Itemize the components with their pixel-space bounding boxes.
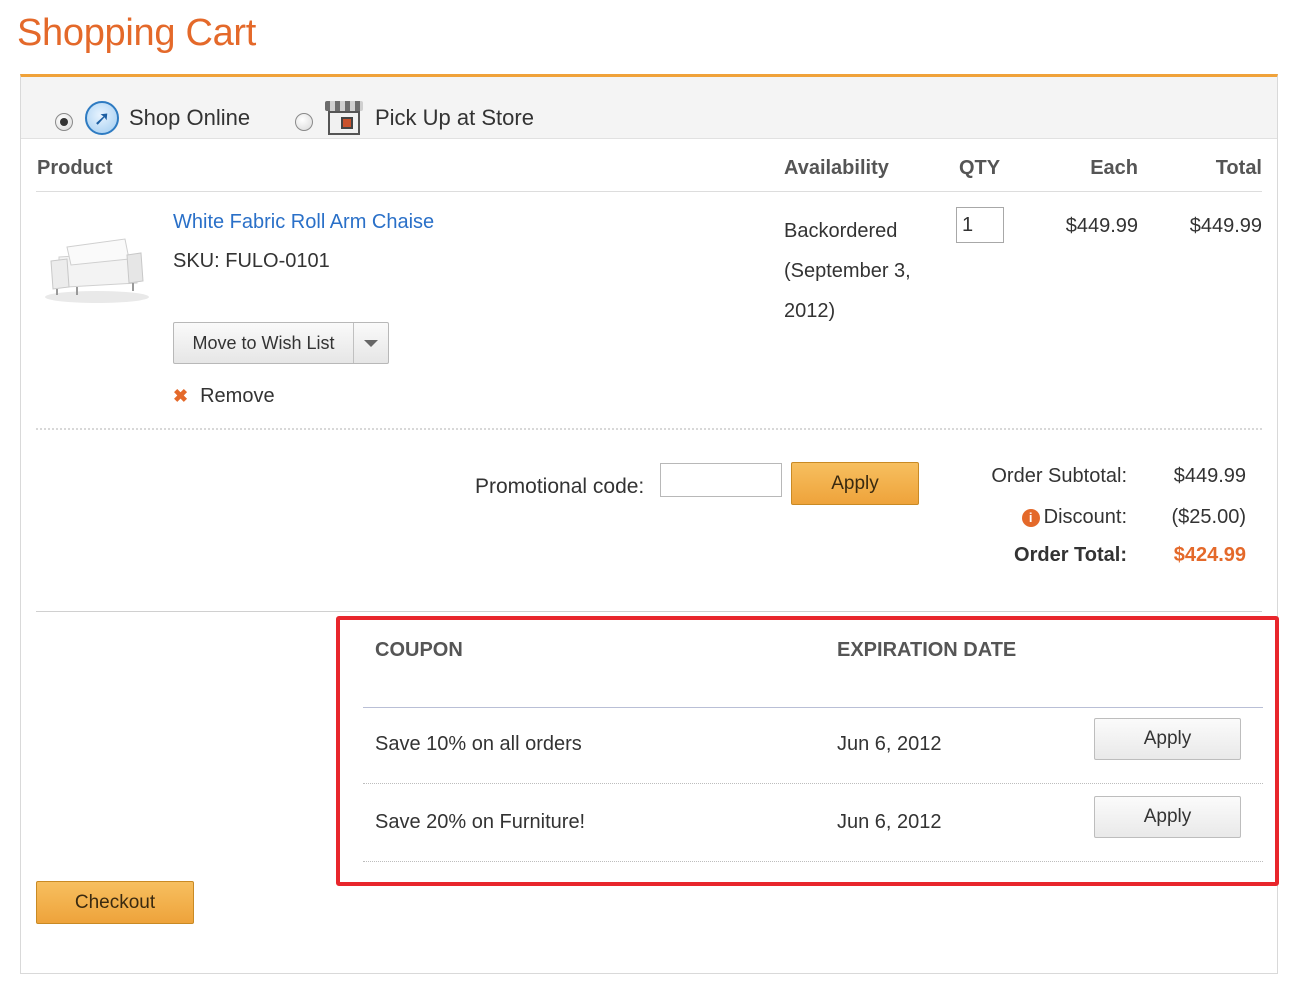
coupon-expiration: Jun 6, 2012 xyxy=(837,733,942,755)
remove-label[interactable]: Remove xyxy=(200,385,274,408)
header-expiration-date: EXPIRATION DATE xyxy=(837,639,1017,661)
chevron-down-icon[interactable] xyxy=(354,323,388,363)
pick-up-store-radio[interactable] xyxy=(295,113,313,131)
item-divider xyxy=(36,428,1262,430)
shipping-method-bar: ➚ Shop Online Pick Up at Store xyxy=(21,77,1277,139)
availability-status: Backordered (September 3, 2012) xyxy=(784,211,934,331)
discount-label: Discount: xyxy=(1043,506,1127,528)
apply-coupon-button[interactable]: Apply xyxy=(1094,718,1241,760)
shop-online-option[interactable]: ➚ Shop Online xyxy=(55,101,250,135)
close-icon[interactable]: ✖ xyxy=(173,386,188,407)
cart-panel: ➚ Shop Online Pick Up at Store Product A… xyxy=(20,74,1279,974)
availability-line: 2012) xyxy=(784,300,836,322)
promo-code-input[interactable] xyxy=(660,463,782,497)
product-thumbnail[interactable] xyxy=(37,217,155,307)
header-availability: Availability xyxy=(784,157,889,179)
coupon-row-divider xyxy=(363,861,1263,862)
coupon-row-divider xyxy=(363,783,1263,784)
pick-up-store-label: Pick Up at Store xyxy=(375,105,534,130)
coupon-name: Save 10% on all orders xyxy=(375,733,582,755)
coupon-header-divider xyxy=(363,707,1263,708)
promo-code-label: Promotional code: xyxy=(475,475,645,498)
header-each: Each xyxy=(1090,157,1138,179)
availability-line: (September 3, xyxy=(784,260,911,282)
order-total-value: $424.99 xyxy=(1173,544,1246,566)
header-product: Product xyxy=(37,157,113,179)
remove-item-link[interactable]: ✖ Remove xyxy=(173,385,275,408)
header-total: Total xyxy=(1215,157,1262,179)
product-name-link[interactable]: White Fabric Roll Arm Chaise xyxy=(173,211,434,234)
discount-row: i Discount: xyxy=(1021,506,1127,529)
product-sku: SKU: FULO-0101 xyxy=(173,250,330,272)
coupon-name: Save 20% on Furniture! xyxy=(375,811,586,833)
info-icon[interactable]: i xyxy=(1021,509,1040,527)
shop-online-radio[interactable] xyxy=(55,113,73,131)
order-total-label: Order Total: xyxy=(1014,544,1127,566)
quantity-input[interactable] xyxy=(956,207,1004,243)
availability-line: Backordered xyxy=(784,220,898,242)
move-to-wish-list-button[interactable]: Move to Wish List xyxy=(173,322,389,364)
coupon-expiration: Jun 6, 2012 xyxy=(837,811,942,833)
line-total: $449.99 xyxy=(1189,215,1262,237)
section-divider xyxy=(36,611,1262,612)
pick-up-store-option[interactable]: Pick Up at Store xyxy=(295,101,534,135)
unit-price: $449.99 xyxy=(1065,215,1138,237)
order-subtotal-value: $449.99 xyxy=(1173,465,1246,487)
header-coupon: COUPON xyxy=(375,639,463,661)
apply-promo-button[interactable]: Apply xyxy=(791,462,919,505)
discount-value: ($25.00) xyxy=(1171,506,1247,528)
store-icon xyxy=(325,101,363,135)
header-divider xyxy=(36,191,1262,192)
globe-icon: ➚ xyxy=(85,101,119,135)
header-qty: QTY xyxy=(959,157,1001,179)
page-title: Shopping Cart xyxy=(17,12,257,54)
checkout-button[interactable]: Checkout xyxy=(36,881,194,924)
order-subtotal-label: Order Subtotal: xyxy=(991,465,1127,487)
apply-coupon-button[interactable]: Apply xyxy=(1094,796,1241,838)
wish-list-label[interactable]: Move to Wish List xyxy=(174,323,354,363)
shop-online-label: Shop Online xyxy=(129,105,251,130)
